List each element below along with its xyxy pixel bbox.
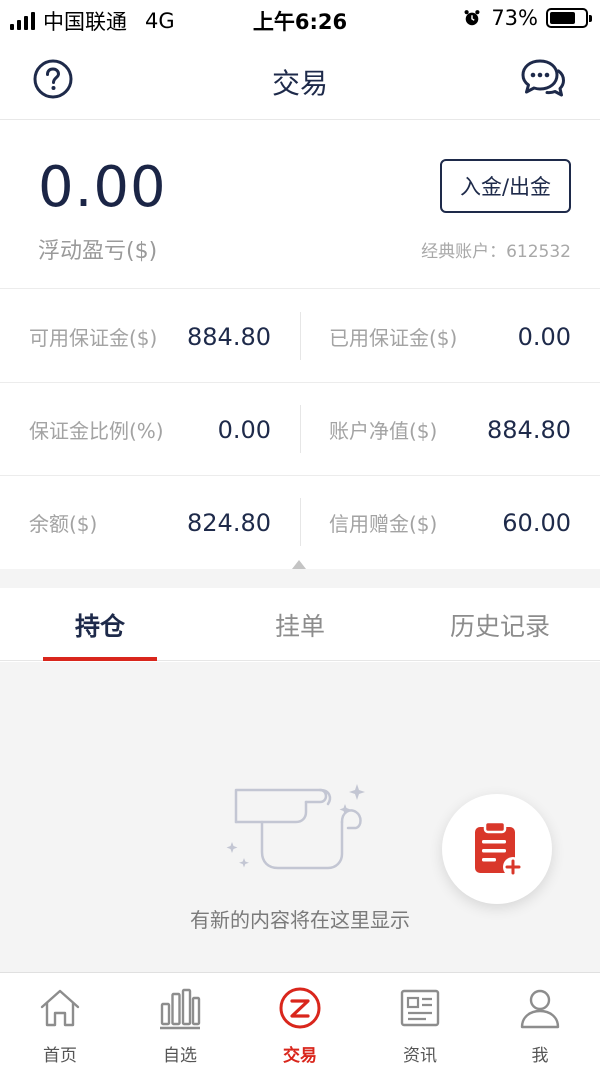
- bottom-tab-watchlist[interactable]: 自选: [120, 973, 240, 1065]
- bottom-tab-label: 首页: [43, 1046, 77, 1065]
- stat-used-margin: 已用保证金($) 0.00: [300, 290, 600, 383]
- status-right: 73%: [463, 6, 592, 30]
- collapse-arrow-icon[interactable]: [292, 560, 306, 569]
- positions-content: 有新的内容将在这里显示: [0, 662, 600, 972]
- battery-icon: [546, 8, 592, 28]
- stat-credit-bonus: 信用赠金($) 60.00: [300, 476, 600, 569]
- bottom-tab-label: 资讯: [403, 1046, 437, 1065]
- bottom-tab-label: 我: [531, 1046, 549, 1065]
- trade-tabs: 持仓 挂单 历史记录: [0, 588, 600, 661]
- tab-positions[interactable]: 持仓: [0, 588, 200, 661]
- stats-grid: 可用保证金($) 884.80 已用保证金($) 0.00 保证金比例(%) 0…: [0, 290, 600, 568]
- stat-value: 884.80: [487, 415, 571, 444]
- section-divider: [0, 569, 600, 588]
- user-icon: [520, 989, 560, 1029]
- status-bar: 中国联通 4G 上午6:26 73%: [0, 0, 600, 40]
- news-icon: [400, 989, 440, 1027]
- stats-row: 保证金比例(%) 0.00 账户净值($) 884.80: [0, 383, 600, 476]
- empty-scroll-icon: [226, 784, 365, 870]
- account-summary: 0.00 浮动盈亏($) 入金/出金 经典账户：612532: [0, 121, 600, 289]
- nav-bar: 交易: [0, 40, 600, 120]
- tab-pending-orders[interactable]: 挂单: [200, 588, 400, 661]
- stat-value: 824.80: [187, 508, 271, 537]
- page-title: 交易: [271, 67, 328, 100]
- stat-label: 保证金比例(%): [29, 419, 164, 443]
- stat-value: 60.00: [502, 508, 571, 537]
- battery-percent: 73%: [491, 6, 538, 30]
- floating-pl-value: 0.00: [38, 155, 167, 220]
- stat-equity: 账户净值($) 884.80: [300, 383, 600, 476]
- bottom-tab-label: 自选: [163, 1046, 197, 1065]
- stat-margin-ratio: 保证金比例(%) 0.00: [0, 383, 300, 476]
- stat-label: 已用保证金($): [329, 326, 458, 350]
- stat-value: 0.00: [517, 322, 571, 351]
- floating-pl-label: 浮动盈亏($): [38, 239, 158, 264]
- stats-row: 可用保证金($) 884.80 已用保证金($) 0.00: [0, 290, 600, 383]
- active-tab-indicator: [43, 657, 157, 661]
- bar-chart-icon: [160, 988, 201, 1030]
- bottom-tab-news[interactable]: 资讯: [360, 973, 480, 1065]
- bottom-tab-home[interactable]: 首页: [0, 973, 120, 1065]
- deposit-withdraw-button[interactable]: 入金/出金: [440, 159, 571, 213]
- home-icon: [40, 989, 80, 1027]
- add-order-button[interactable]: [442, 794, 552, 904]
- stats-row: 余额($) 824.80 信用赠金($) 60.00: [0, 476, 600, 568]
- account-id-label: 经典账户：612532: [421, 242, 571, 262]
- stat-balance: 余额($) 824.80: [0, 476, 300, 569]
- stat-value: 884.80: [187, 322, 271, 351]
- add-order-clipboard-icon: [475, 820, 523, 877]
- tab-history[interactable]: 历史记录: [400, 588, 600, 661]
- stat-value: 0.00: [217, 415, 271, 444]
- stat-label: 可用保证金($): [29, 326, 158, 350]
- stat-label: 账户净值($): [329, 419, 438, 443]
- stat-label: 信用赠金($): [329, 512, 438, 536]
- bottom-tab-trade[interactable]: 交易: [240, 973, 360, 1065]
- stat-available-margin: 可用保证金($) 884.80: [0, 290, 300, 383]
- bottom-tab-bar: 首页 自选 交易 资讯 我: [0, 972, 600, 1065]
- chat-bubbles-icon[interactable]: [520, 57, 566, 101]
- bottom-tab-me[interactable]: 我: [480, 973, 600, 1065]
- empty-state-text: 有新的内容将在这里显示: [190, 908, 410, 932]
- bottom-tab-label: 交易: [283, 1046, 317, 1065]
- stat-label: 余额($): [29, 512, 98, 536]
- alarm-icon: [464, 10, 480, 26]
- trade-logo-icon: [279, 987, 321, 1029]
